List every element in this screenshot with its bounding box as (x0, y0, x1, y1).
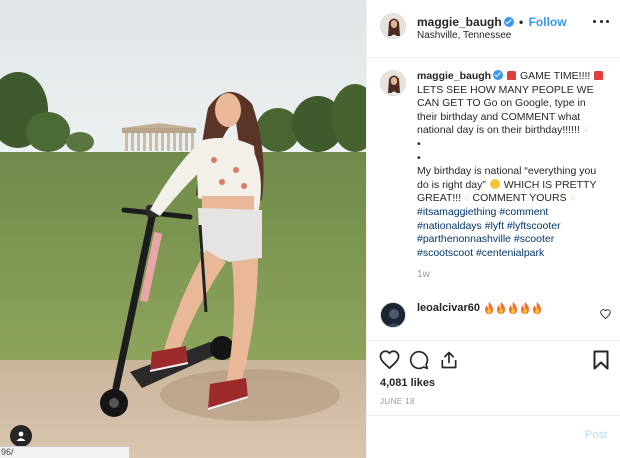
siren-emoji-icon (507, 71, 517, 80)
fire-emoji-icon (521, 302, 529, 314)
post-date[interactable]: JUNE 18 (380, 397, 415, 406)
hashtag-link[interactable]: #lyft (485, 220, 504, 232)
header-username-row: maggie_baugh • Follow (417, 15, 567, 29)
commenter-avatar[interactable] (380, 302, 406, 328)
hashtag-link[interactable]: #itsamaggiething (417, 206, 496, 218)
caption-line-5: national day is on their birthday!!!!!! (417, 124, 580, 137)
hashtag-link[interactable]: #nationaldays (417, 220, 482, 232)
post-details-panel: maggie_baugh • Follow Nashville, Tenness… (366, 0, 620, 458)
post-photo[interactable]: 96/ (0, 0, 366, 458)
share-icon[interactable] (439, 350, 459, 370)
avatar-image (381, 303, 405, 327)
author-username[interactable]: maggie_baugh (417, 15, 502, 29)
fire-emoji-icon (509, 302, 517, 314)
verified-badge-icon (503, 17, 514, 27)
hashtag-link[interactable]: #lyftscooter (507, 220, 561, 232)
caption-line-2: LETS SEE HOW MANY PEOPLE WE (417, 83, 594, 96)
pointing-down-emoji-icon: ☟ (464, 193, 470, 204)
post-caption: maggie_baugh GAME TIME!!!! LETS SEE HOW … (417, 70, 613, 282)
caption-line-6: • (417, 137, 421, 150)
fire-emoji-row (484, 302, 542, 314)
hashtag-link[interactable]: #parthenonnashville (417, 233, 511, 245)
hashtag-link[interactable]: #scootscoot (417, 247, 473, 259)
fire-emoji-icon (533, 302, 541, 314)
verified-badge-icon (493, 70, 504, 80)
comment-box-divider (367, 415, 620, 416)
follow-button[interactable]: Follow (529, 15, 567, 29)
avatar-image (381, 14, 405, 38)
caption-line-3: CAN GET TO Go on Google, type in (417, 97, 586, 110)
header-separator: • (519, 15, 524, 29)
photo-image (0, 0, 366, 458)
hashtag-link[interactable]: #scooter (514, 233, 554, 245)
caption-username[interactable]: maggie_baugh (417, 70, 491, 82)
heart-icon[interactable] (379, 350, 400, 369)
actions-divider (367, 340, 620, 341)
comment-like-heart-icon[interactable] (600, 309, 611, 319)
pointing-down-emoji-icon: ☟ (569, 193, 576, 204)
header-divider (367, 57, 620, 58)
caption-line-1: GAME TIME!!!! (519, 70, 591, 82)
like-count[interactable]: 4,081 likes (380, 377, 435, 389)
caption-author-avatar[interactable] (380, 70, 406, 96)
commenter-username[interactable]: leoalcivar60 (417, 302, 480, 314)
fire-emoji-icon (485, 302, 493, 314)
hashtag-link[interactable]: #centenialpark (476, 247, 544, 259)
caption-line-9a: do is right day” (417, 178, 486, 191)
caption-line-7: • (417, 151, 421, 164)
pointing-down-emoji-icon: ☟ (582, 125, 589, 136)
caption-line-4: their birthday and COMMENT what (417, 110, 581, 123)
fire-emoji-icon (497, 302, 505, 314)
author-avatar[interactable] (380, 13, 406, 39)
more-options-icon[interactable] (593, 18, 609, 24)
comment-input[interactable] (380, 425, 575, 443)
caption-line-10b: COMMENT YOURS (472, 192, 567, 205)
siren-emoji-icon (594, 71, 604, 80)
avatar-image (381, 71, 405, 95)
caption-line-9b: WHICH IS PRETTY (503, 178, 597, 191)
person-icon (16, 431, 26, 441)
post-comment-button[interactable]: Post (585, 429, 607, 441)
bookmark-icon[interactable] (593, 350, 609, 370)
laughing-emoji-icon (489, 178, 500, 189)
browser-status-url: 96/ (0, 446, 130, 458)
comment-icon[interactable] (409, 350, 429, 370)
caption-line-8: My birthday is national “everything you (417, 165, 597, 178)
user-tags-button[interactable] (10, 425, 32, 447)
caption-line-10a: GREAT!!! (417, 192, 462, 205)
post-location[interactable]: Nashville, Tennessee (417, 30, 511, 41)
hashtag-link[interactable]: #comment (499, 206, 548, 218)
caption-timestamp[interactable]: 1w (417, 268, 613, 282)
